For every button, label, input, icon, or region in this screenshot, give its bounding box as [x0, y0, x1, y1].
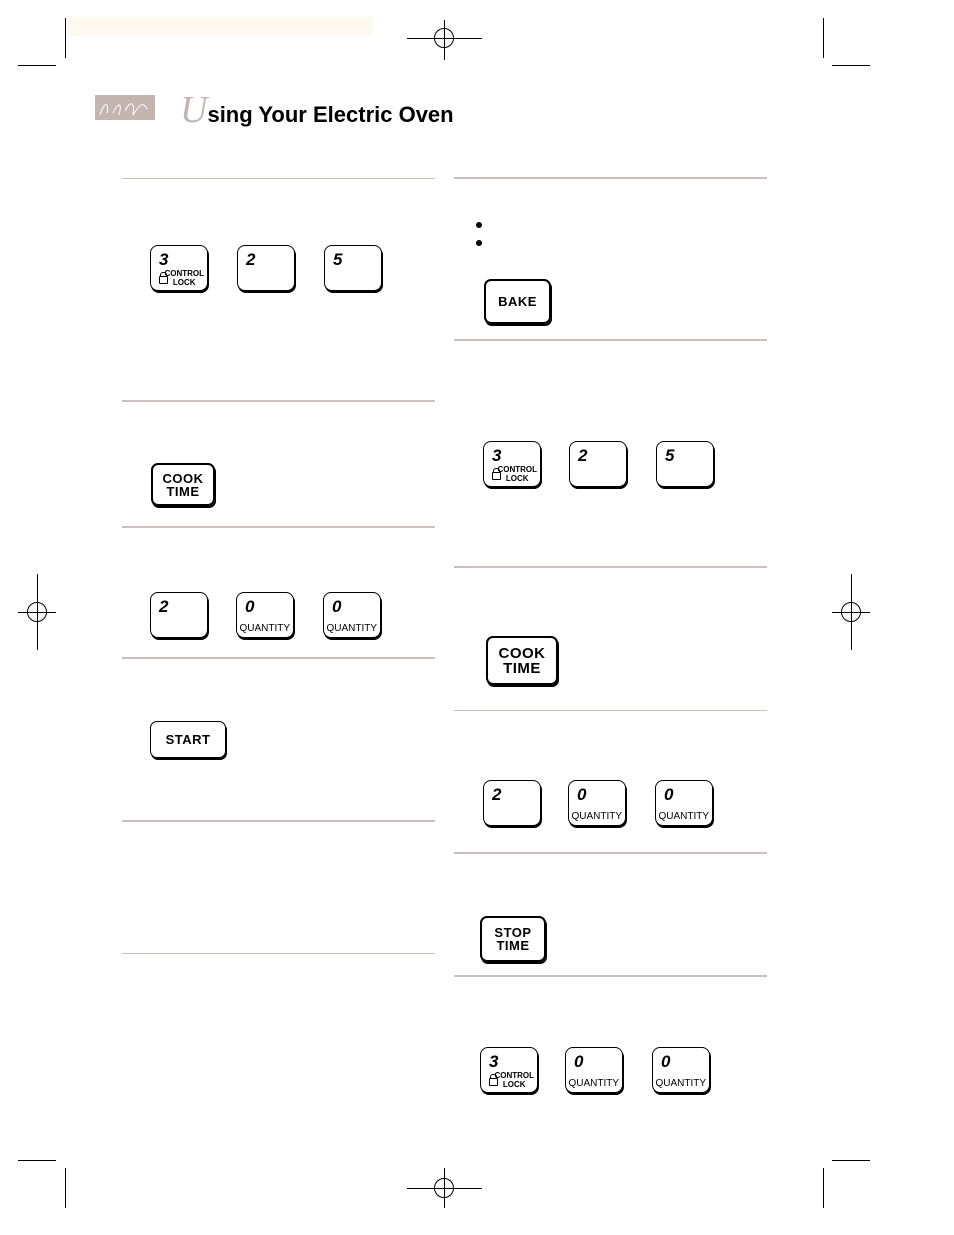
number-key-0[interactable]: 0 QUANTITY [655, 780, 713, 826]
number-key-3[interactable]: 3 CONTROL LOCK [150, 245, 208, 291]
key-number: 2 [159, 597, 169, 616]
bullet [476, 222, 482, 228]
number-key-0[interactable]: 0 QUANTITY [568, 780, 626, 826]
stop-time-button[interactable]: STOP TIME [480, 916, 546, 962]
registration-mark [434, 1178, 454, 1198]
crop-mark [823, 1168, 824, 1208]
key-number: 0 [332, 597, 342, 616]
crop-mark [832, 65, 870, 66]
cook-time-button[interactable]: COOK TIME [486, 636, 558, 685]
key-label: CONTROL LOCK [494, 1071, 534, 1089]
crop-mark [823, 18, 824, 58]
key-number: 3 [489, 1052, 499, 1071]
key-number: 2 [492, 785, 502, 804]
registration-mark [27, 602, 47, 622]
key-number: 5 [665, 446, 675, 465]
crop-mark [18, 1160, 56, 1161]
number-key-3[interactable]: 3 CONTROL LOCK [483, 441, 541, 487]
key-label: QUANTITY [658, 811, 709, 822]
crop-mark [65, 1168, 66, 1208]
number-key-2[interactable]: 2 [237, 245, 295, 291]
cook-time-button[interactable]: COOK TIME [151, 463, 215, 506]
number-key-0[interactable]: 0 QUANTITY [565, 1047, 623, 1093]
number-key-0[interactable]: 0 QUANTITY [323, 592, 381, 638]
key-number: 0 [245, 597, 255, 616]
key-number: 0 [574, 1052, 584, 1071]
key-number: 0 [664, 785, 674, 804]
key-number: 2 [246, 250, 256, 269]
color-bar [68, 17, 373, 36]
key-label: CONTROL LOCK [497, 465, 537, 483]
key-number: 0 [577, 785, 587, 804]
page-title: Using Your Electric Oven [180, 89, 454, 131]
number-key-3[interactable]: 3 CONTROL LOCK [480, 1047, 538, 1093]
manual-page: Using Your Electric Oven 3 CONTROL LOCK 2 5 C… [0, 0, 954, 1235]
key-number: 0 [661, 1052, 671, 1071]
number-key-0[interactable]: 0 QUANTITY [236, 592, 294, 638]
key-label: QUANTITY [655, 1078, 706, 1089]
signature-logo [95, 95, 155, 120]
bake-button[interactable]: BAKE [484, 279, 551, 324]
key-number: 5 [333, 250, 343, 269]
number-key-5[interactable]: 5 [656, 441, 714, 487]
key-label: QUANTITY [571, 811, 622, 822]
key-number: 2 [578, 446, 588, 465]
registration-mark [841, 602, 861, 622]
number-key-2[interactable]: 2 [569, 441, 627, 487]
crop-mark [18, 65, 56, 66]
number-key-5[interactable]: 5 [324, 245, 382, 291]
bullet [476, 240, 482, 246]
key-number: 3 [492, 446, 502, 465]
start-button[interactable]: START [150, 721, 226, 758]
key-number: 3 [159, 250, 169, 269]
key-label: CONTROL LOCK [164, 269, 204, 287]
number-key-2[interactable]: 2 [150, 592, 208, 638]
key-label: QUANTITY [326, 623, 377, 634]
key-label: QUANTITY [239, 623, 290, 634]
key-label: QUANTITY [568, 1078, 619, 1089]
crop-mark [832, 1160, 870, 1161]
number-key-0[interactable]: 0 QUANTITY [652, 1047, 710, 1093]
number-key-2[interactable]: 2 [483, 780, 541, 826]
crop-mark [65, 18, 66, 58]
registration-mark [434, 28, 454, 48]
